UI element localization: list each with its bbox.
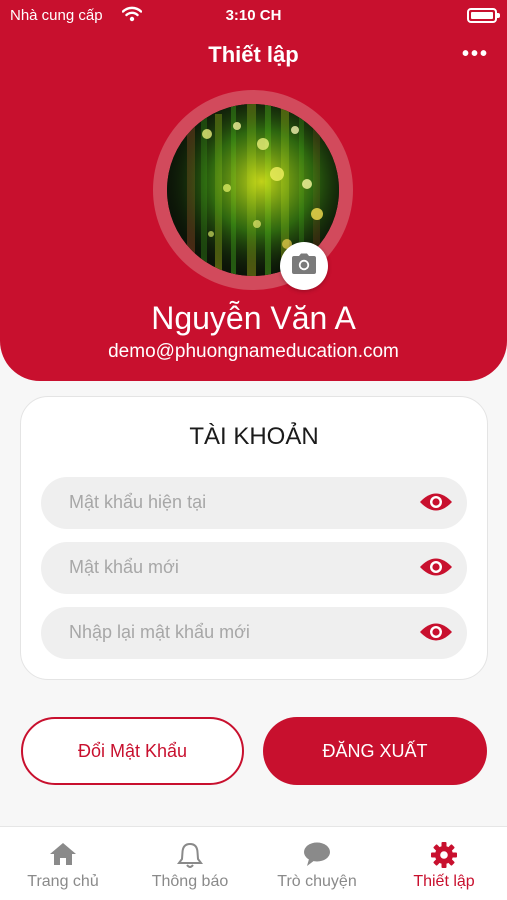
- clock: 3:10 CH: [225, 7, 282, 24]
- logout-button[interactable]: ĐĂNG XUẤT: [263, 717, 487, 785]
- new-password-field[interactable]: Mật khẩu mới: [41, 542, 467, 594]
- account-card: TÀI KHOẢN Mật khẩu hiện tại Mật khẩu mới…: [20, 396, 488, 680]
- current-password-field[interactable]: Mật khẩu hiện tại: [41, 477, 467, 529]
- more-options-icon[interactable]: •••: [462, 43, 489, 66]
- eye-icon[interactable]: [419, 490, 453, 519]
- new-password-placeholder: Mật khẩu mới: [69, 557, 179, 577]
- home-icon: [0, 841, 126, 869]
- page-title: Thiết lập: [208, 42, 299, 67]
- current-password-placeholder: Mật khẩu hiện tại: [69, 492, 207, 512]
- eye-icon[interactable]: [419, 555, 453, 584]
- change-avatar-button[interactable]: [280, 242, 328, 290]
- change-password-button[interactable]: Đổi Mật Khẩu: [21, 717, 244, 785]
- tab-chat-label: Trò chuyện: [277, 873, 357, 890]
- tab-settings-label: Thiết lập: [413, 873, 475, 890]
- profile-name: Nguyễn Văn A: [151, 300, 356, 336]
- confirm-password-placeholder: Nhập lại mật khẩu mới: [69, 622, 250, 642]
- tab-notifications-label: Thông báo: [151, 873, 229, 890]
- bell-icon: [127, 841, 253, 869]
- tab-notifications[interactable]: Thông báo: [127, 827, 253, 900]
- profile-email: demo@phuongnameducation.com: [108, 341, 399, 362]
- eye-icon[interactable]: [419, 620, 453, 649]
- status-bar: Nhà cung cấp 3:10 CH: [0, 6, 507, 26]
- profile-header: Nhà cung cấp 3:10 CH Thiết lập ••• Nguyễ…: [0, 0, 507, 381]
- tab-home-label: Trang chủ: [27, 873, 99, 890]
- account-title: TÀI KHOẢN: [189, 423, 319, 450]
- tab-chat[interactable]: Trò chuyện: [254, 827, 380, 900]
- chat-icon: [254, 841, 380, 869]
- confirm-password-field[interactable]: Nhập lại mật khẩu mới: [41, 607, 467, 659]
- battery-icon: [467, 8, 500, 23]
- tab-home[interactable]: Trang chủ: [0, 827, 126, 900]
- gear-icon: [381, 841, 507, 869]
- tab-bar: Trang chủ Thông báo Trò chuyện Thiết lập: [0, 826, 507, 900]
- tab-settings[interactable]: Thiết lập: [381, 827, 507, 900]
- camera-icon: [291, 253, 317, 280]
